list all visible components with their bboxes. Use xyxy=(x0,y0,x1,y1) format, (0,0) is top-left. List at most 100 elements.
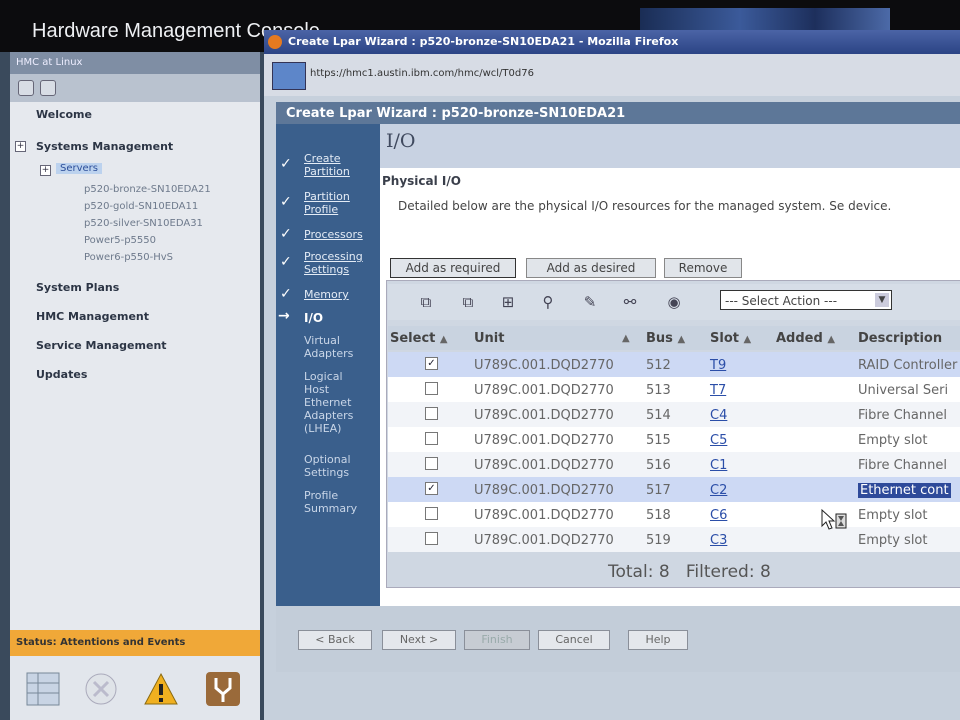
column-description[interactable]: Description xyxy=(858,331,942,346)
step-io[interactable]: I/O xyxy=(304,311,323,325)
row-checkbox[interactable]: ✓ xyxy=(425,482,438,495)
cell-unit: U789C.001.DQD2770 xyxy=(474,533,614,548)
expand-icon[interactable]: + xyxy=(40,165,51,176)
site-logo-icon xyxy=(272,62,306,90)
server-item[interactable]: Power6-p550-HvS xyxy=(84,252,173,263)
next-button[interactable]: Next > xyxy=(382,630,456,650)
filter-icon[interactable]: ⚲ xyxy=(538,292,558,312)
deselect-all-icon[interactable]: ⧉ xyxy=(458,292,478,312)
nav-hmc-management[interactable]: HMC Management xyxy=(36,310,149,323)
servers-label: Servers xyxy=(56,163,103,174)
cell-description: Fibre Channel xyxy=(858,458,947,473)
cell-slot-link[interactable]: C2 xyxy=(710,483,727,498)
step-create-partition[interactable]: Create Partition xyxy=(304,152,376,178)
nav-title: HMC at Linux xyxy=(16,57,83,68)
select-action-dropdown[interactable]: --- Select Action --- ▼ xyxy=(720,290,892,310)
cell-bus: 519 xyxy=(646,533,671,548)
cell-description: Empty slot xyxy=(858,433,928,448)
error-status-icon[interactable] xyxy=(82,670,120,708)
show-filter-row-icon[interactable]: ⊞ xyxy=(498,292,518,312)
step-profile-summary: Profile Summary xyxy=(304,489,358,515)
select-all-icon[interactable]: ⧉ xyxy=(416,292,436,312)
server-item[interactable]: p520-gold-SN10EDA11 xyxy=(84,201,198,212)
browser-title: Create Lpar Wizard : p520-bronze-SN10EDA… xyxy=(288,35,679,48)
row-checkbox[interactable] xyxy=(425,507,438,520)
row-checkbox[interactable] xyxy=(425,382,438,395)
server-item[interactable]: Power5-p5550 xyxy=(84,235,156,246)
service-status-icon[interactable] xyxy=(204,670,242,708)
row-checkbox[interactable]: ✓ xyxy=(425,357,438,370)
sort-icon: ▲ xyxy=(622,333,630,344)
cancel-button[interactable]: Cancel xyxy=(538,630,610,650)
nav-servers[interactable]: Servers xyxy=(56,163,103,174)
step-virtual-adapters: Virtual Adapters xyxy=(304,334,354,360)
checkmark-icon: ✓ xyxy=(280,254,292,270)
step-partition-profile[interactable]: Partition Profile xyxy=(304,190,376,216)
selected-description: Ethernet cont xyxy=(858,483,951,498)
total-count: Total: 8 xyxy=(608,562,670,582)
configure-columns-icon[interactable]: ◉ xyxy=(664,292,684,312)
cell-description: Fibre Channel xyxy=(858,408,947,423)
cell-description: Ethernet cont xyxy=(858,483,951,498)
step-processors[interactable]: Processors xyxy=(304,228,380,241)
collapse-all-icon[interactable] xyxy=(40,80,56,96)
url-text[interactable]: https://hmc1.austin.ibm.com/hmc/wcl/T0d7… xyxy=(310,68,534,79)
cell-slot-link[interactable]: C6 xyxy=(710,508,727,523)
physical-io-description: Detailed below are the physical I/O reso… xyxy=(398,199,892,213)
column-unit-label: Unit xyxy=(474,331,505,346)
column-slot-label: Slot xyxy=(710,331,739,346)
row-checkbox[interactable] xyxy=(425,532,438,545)
nav-welcome[interactable]: Welcome xyxy=(36,108,92,121)
step-memory[interactable]: Memory xyxy=(304,288,376,301)
row-checkbox[interactable] xyxy=(425,407,438,420)
table-status-icon[interactable] xyxy=(24,670,62,708)
cell-unit: U789C.001.DQD2770 xyxy=(474,358,614,373)
cell-slot-link[interactable]: C1 xyxy=(710,458,727,473)
expand-all-icon[interactable] xyxy=(18,80,34,96)
nav-service-management[interactable]: Service Management xyxy=(36,339,167,352)
cell-bus: 516 xyxy=(646,458,671,473)
add-as-required-button[interactable]: Add as required xyxy=(390,258,516,278)
finish-button[interactable]: Finish xyxy=(464,630,530,650)
physical-io-label: Physical I/O xyxy=(382,174,461,188)
status-label: Status: Attentions and Events xyxy=(16,637,186,648)
nav-systems-management[interactable]: Systems Management xyxy=(36,140,173,153)
checkmark-icon: ✓ xyxy=(280,156,292,172)
cell-slot-link[interactable]: C4 xyxy=(710,408,727,423)
step-optional-settings: Optional Settings xyxy=(304,453,351,479)
row-checkbox[interactable] xyxy=(425,457,438,470)
cell-bus: 517 xyxy=(646,483,671,498)
column-unit[interactable]: Unit xyxy=(474,331,504,346)
nav-updates[interactable]: Updates xyxy=(36,368,87,381)
browser-title-bar: Create Lpar Wizard : p520-bronze-SN10EDA… xyxy=(264,30,960,54)
nav-system-plans[interactable]: System Plans xyxy=(36,281,119,294)
server-item[interactable]: p520-silver-SN10EDA31 xyxy=(84,218,203,229)
sort-icon: ▲ xyxy=(439,334,448,345)
expand-icon[interactable]: + xyxy=(15,141,26,152)
row-checkbox[interactable] xyxy=(425,432,438,445)
cell-description: Universal Seri xyxy=(858,383,949,398)
column-slot[interactable]: Slot ▲ xyxy=(710,331,751,346)
column-added[interactable]: Added ▲ xyxy=(776,331,835,346)
column-bus[interactable]: Bus ▲ xyxy=(646,331,685,346)
sort-icon: ▲ xyxy=(827,334,836,345)
status-bar[interactable]: Status: Attentions and Events xyxy=(10,630,260,656)
clear-sort-icon[interactable]: ⚯ xyxy=(620,292,640,312)
warning-status-icon[interactable] xyxy=(142,670,180,708)
back-button[interactable]: < Back xyxy=(298,630,372,650)
add-as-desired-button[interactable]: Add as desired xyxy=(526,258,656,278)
server-item[interactable]: p520-bronze-SN10EDA21 xyxy=(84,184,211,195)
column-select[interactable]: Select ▲ xyxy=(390,331,448,346)
cell-slot-link[interactable]: C5 xyxy=(710,433,727,448)
header-decoration xyxy=(640,8,890,30)
step-processing-settings[interactable]: Processing Settings xyxy=(304,250,380,276)
table-totals: Total: 8 Filtered: 8 xyxy=(608,562,771,582)
cell-slot-link[interactable]: T7 xyxy=(710,383,726,398)
select-action-value: --- Select Action --- xyxy=(725,294,838,308)
cell-slot-link[interactable]: C3 xyxy=(710,533,727,548)
column-bus-label: Bus xyxy=(646,331,673,346)
help-button[interactable]: Help xyxy=(628,630,688,650)
remove-button[interactable]: Remove xyxy=(664,258,742,278)
cell-slot-link[interactable]: T9 xyxy=(710,358,726,373)
edit-sort-icon[interactable]: ✎ xyxy=(580,292,600,312)
